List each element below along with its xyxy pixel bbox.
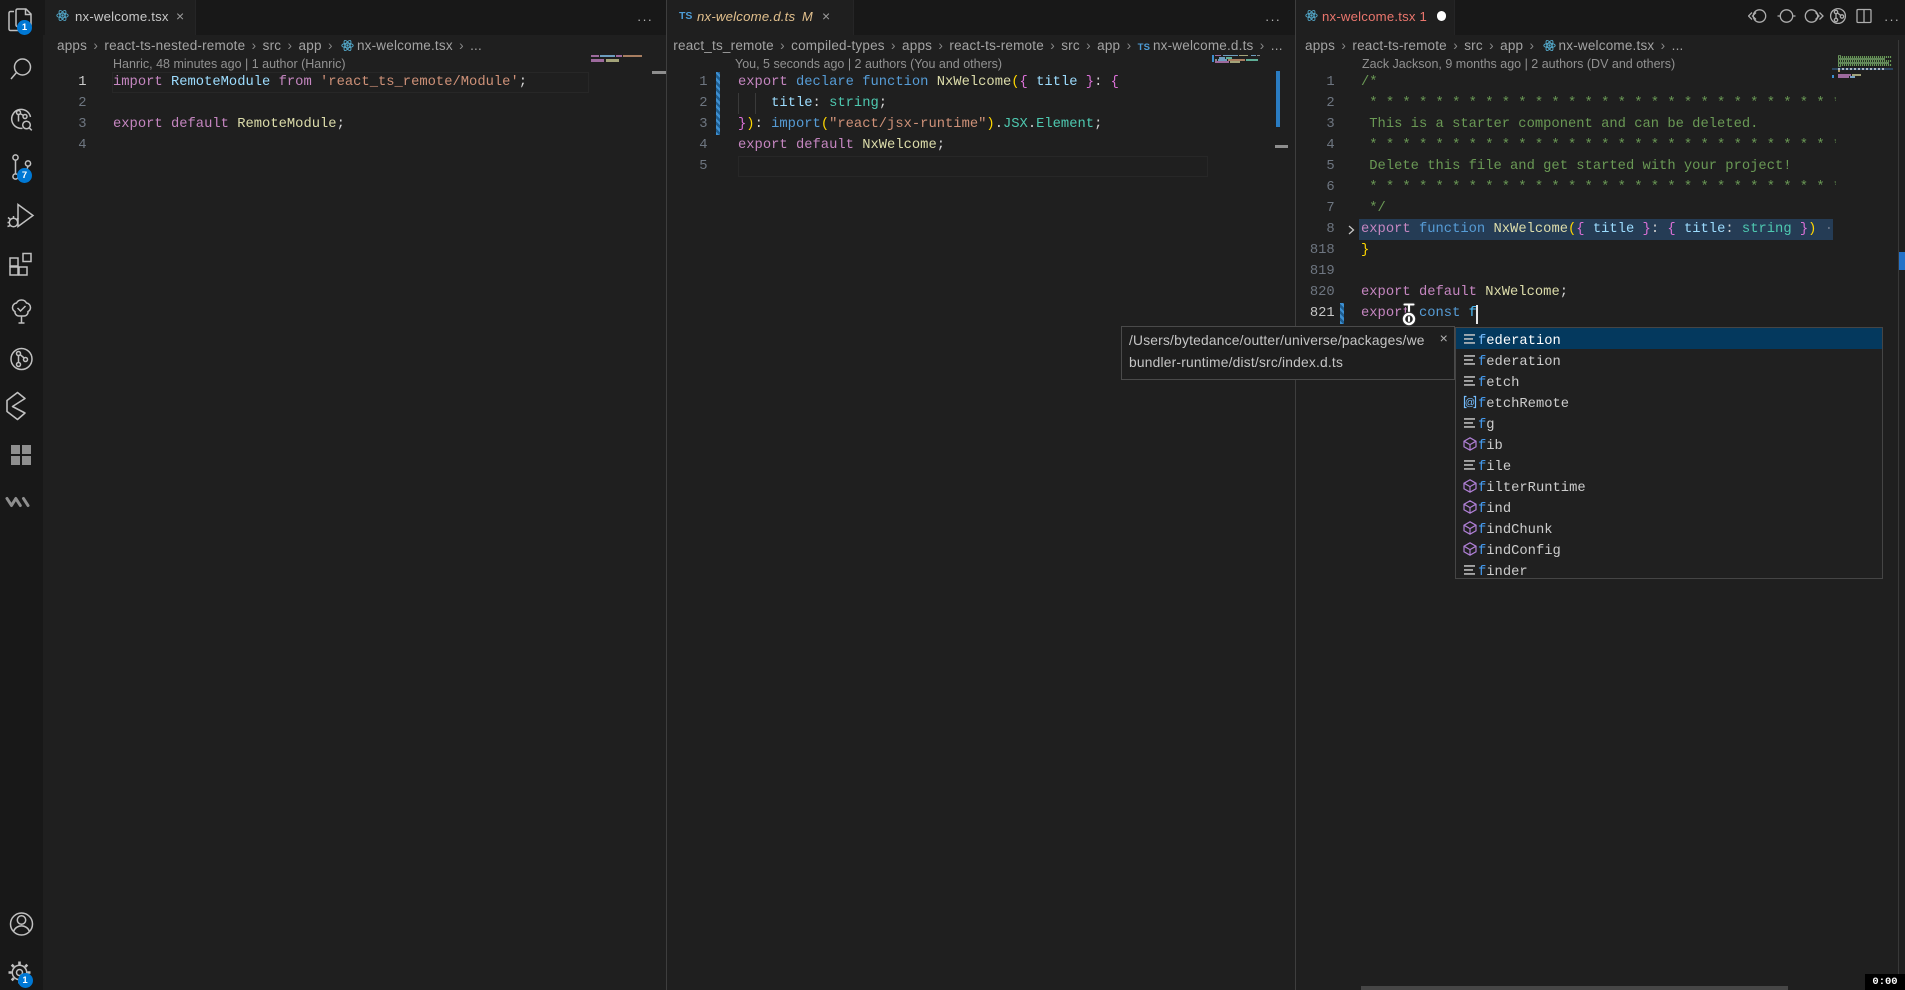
svg-text:@: @ xyxy=(1465,398,1475,409)
